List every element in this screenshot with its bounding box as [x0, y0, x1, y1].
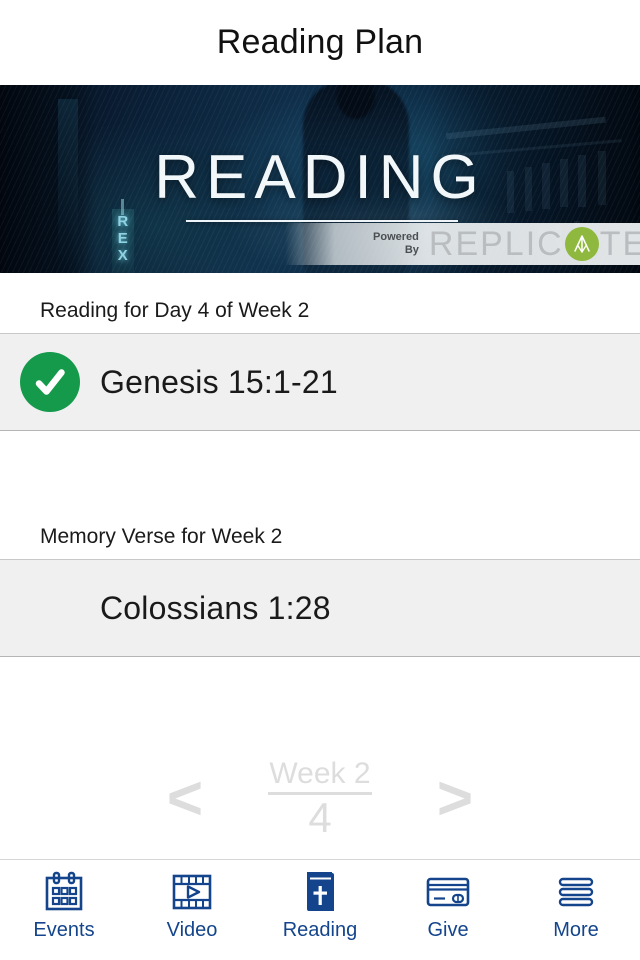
replicate-leaf-icon: [564, 227, 599, 261]
watermark-powered-line2: By: [404, 244, 419, 256]
banner-wordmark-underline: [186, 220, 458, 222]
chevron-left-icon[interactable]: <: [140, 768, 230, 830]
tab-events-label: Events: [33, 919, 95, 941]
week-navigation: < Week 2 4 >: [0, 739, 640, 859]
reading-item-title: Genesis 15:1-21: [100, 363, 338, 400]
app-screen: Reading Plan R E X READING Powered By RE…: [0, 0, 640, 960]
section-spacer: [0, 431, 640, 499]
day-label: 4: [308, 794, 332, 841]
rex-letter-r: R: [117, 213, 129, 230]
calendar-icon: [42, 870, 86, 914]
watermark-powered-line1: Powered: [373, 231, 419, 243]
tab-more[interactable]: More: [512, 860, 640, 960]
tab-give[interactable]: Give: [384, 860, 512, 960]
watermark-brand: REPLIC TE: [429, 227, 640, 261]
memory-verse-title: Colossians 1:28: [100, 589, 331, 626]
film-play-icon: [169, 870, 215, 914]
watermark-brand-part1: REPLIC: [428, 227, 564, 261]
watermark-powered-by: Powered By: [357, 231, 419, 257]
tab-give-label: Give: [427, 919, 469, 941]
credit-card-icon: [424, 870, 472, 914]
reading-item-row[interactable]: Genesis 15:1-21: [0, 333, 640, 431]
rex-letter-e: E: [117, 230, 129, 247]
memory-verse-row[interactable]: Colossians 1:28: [0, 559, 640, 657]
rex-neon-sign: R E X: [112, 213, 134, 264]
bottom-tab-bar: Events Video Reading Give More: [0, 859, 640, 960]
rex-letter-x: X: [117, 247, 129, 264]
week-label: Week 2: [269, 757, 371, 790]
banner-wordmark: READING: [154, 143, 486, 212]
chevron-right-icon[interactable]: >: [410, 768, 500, 830]
hero-banner: R E X READING Powered By REPLIC TE: [0, 85, 640, 273]
tab-reading[interactable]: Reading: [256, 860, 384, 960]
bible-book-icon: [299, 870, 341, 914]
main-content: Reading for Day 4 of Week 2 Genesis 15:1…: [0, 273, 640, 859]
memory-verse-section-label: Memory Verse for Week 2: [40, 525, 283, 548]
tab-more-label: More: [553, 919, 599, 941]
replicate-watermark: Powered By REPLIC TE: [285, 223, 640, 265]
tab-events[interactable]: Events: [0, 860, 128, 960]
reading-section-label: Reading for Day 4 of Week 2: [40, 299, 310, 322]
page-title: Reading Plan: [216, 23, 424, 61]
header-bar: Reading Plan: [0, 0, 640, 85]
hamburger-icon: [554, 870, 598, 914]
tab-reading-label: Reading: [282, 919, 358, 941]
tab-video[interactable]: Video: [128, 860, 256, 960]
check-circle-icon[interactable]: [20, 352, 80, 412]
tab-video-label: Video: [166, 919, 218, 941]
watermark-brand-part2: TE: [599, 227, 640, 261]
week-indicator[interactable]: Week 2 4: [230, 757, 410, 841]
